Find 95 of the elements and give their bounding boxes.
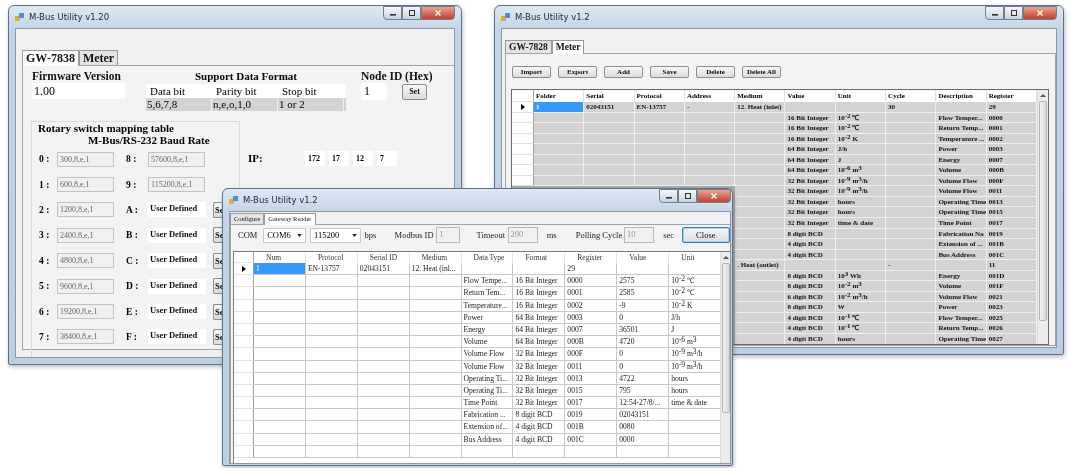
port-dropdown[interactable]: COM6 bbox=[263, 227, 306, 243]
minimize-button[interactable] bbox=[659, 189, 678, 203]
caret-icon bbox=[297, 233, 302, 237]
maximize-button[interactable] bbox=[1004, 6, 1023, 20]
app-icon bbox=[501, 12, 511, 22]
group-subtitle: M-Bus/RS-232 Baud Rate bbox=[88, 134, 210, 146]
maximize-icon bbox=[684, 193, 691, 199]
column-header: Parity bit bbox=[215, 84, 258, 98]
close-button[interactable]: Close bbox=[681, 227, 730, 243]
maximize-button[interactable] bbox=[678, 189, 697, 203]
baud-dropdown[interactable]: 115200 bbox=[310, 227, 361, 243]
current-row-icon bbox=[241, 265, 246, 272]
ip-field[interactable]: 172 bbox=[305, 150, 325, 166]
baud-field: 9600,8,e,1 bbox=[57, 278, 114, 294]
polling-label: Polling Cycle bbox=[575, 230, 624, 240]
minimize-button[interactable] bbox=[985, 6, 1004, 20]
switch-label: 5 : bbox=[39, 281, 51, 292]
maximize-icon bbox=[1010, 10, 1017, 16]
set-button[interactable]: Set bbox=[402, 83, 427, 100]
switch-label: B : bbox=[126, 230, 139, 241]
switch-label: 1 : bbox=[39, 179, 51, 190]
maximize-button[interactable] bbox=[402, 6, 421, 20]
window-title: M-Bus Utility v1.2 bbox=[243, 195, 318, 205]
ms-label: ms bbox=[546, 230, 558, 240]
table-cell: 5,6,7,8 bbox=[146, 98, 212, 111]
minimize-icon bbox=[665, 197, 672, 199]
tab[interactable]: GW-7838 bbox=[22, 50, 79, 66]
minimize-button[interactable] bbox=[383, 6, 402, 20]
tab[interactable]: Meter bbox=[551, 40, 585, 54]
ip-field[interactable]: 7 bbox=[377, 150, 397, 166]
baud-field: 600,8,e,1 bbox=[57, 177, 114, 193]
node-id-field[interactable]: 1 bbox=[361, 83, 387, 100]
baud-field[interactable]: User Defined bbox=[148, 202, 206, 218]
ip-field[interactable]: 12 bbox=[353, 150, 373, 166]
ip-field[interactable]: 17 bbox=[329, 150, 349, 166]
switch-label: 7 : bbox=[39, 331, 51, 342]
baud-field: 38400,8,e,1 bbox=[57, 329, 114, 345]
app-icon bbox=[15, 12, 25, 22]
format-title: Support Data Format bbox=[194, 70, 298, 82]
switch-label: A : bbox=[126, 204, 139, 215]
scroll-up-icon bbox=[723, 256, 729, 259]
scrollbar[interactable] bbox=[720, 252, 730, 463]
column-header: Stop bit bbox=[281, 84, 318, 98]
firmware-label: Firmware Version bbox=[32, 70, 122, 82]
close-icon bbox=[1037, 10, 1043, 16]
ip-label: IP: bbox=[248, 152, 264, 164]
window-title: M-Bus Utility v1.2 bbox=[515, 12, 590, 22]
baud-field[interactable]: User Defined bbox=[148, 278, 206, 294]
switch-label: E : bbox=[126, 306, 139, 317]
window-title: M-Bus Utility v1.20 bbox=[29, 12, 110, 22]
baud-field: 115200,8,e,1 bbox=[148, 177, 205, 193]
com-label: COM bbox=[238, 230, 259, 240]
switch-label: 2 : bbox=[39, 204, 51, 215]
tab[interactable]: GW-7828 bbox=[505, 40, 552, 53]
group-title: Rotary switch mapping table bbox=[38, 122, 174, 134]
baud-field: 2400,8,e,1 bbox=[57, 227, 114, 243]
bps-label: bps bbox=[364, 230, 378, 240]
switch-label: F : bbox=[126, 331, 138, 342]
column-header: Data bit bbox=[149, 84, 187, 98]
baud-field: 4800,8,e,1 bbox=[57, 253, 114, 269]
minimize-icon bbox=[991, 14, 998, 16]
tab[interactable]: Meter bbox=[78, 50, 119, 65]
baud-field: 19200,8,e,1 bbox=[57, 304, 114, 320]
node-id-label: Node ID (Hex) bbox=[361, 70, 433, 82]
minimize-icon bbox=[389, 14, 396, 16]
baud-field[interactable]: User Defined bbox=[148, 304, 206, 320]
close-icon bbox=[711, 193, 717, 199]
baud-field: 57600,8,e,1 bbox=[148, 151, 205, 167]
table-cell: 1 or 2 bbox=[278, 98, 344, 111]
scrollbar[interactable] bbox=[1037, 90, 1048, 344]
app-icon bbox=[229, 195, 239, 205]
switch-label: C : bbox=[126, 255, 140, 266]
switch-label: 0 : bbox=[39, 154, 51, 165]
switch-label: 6 : bbox=[39, 306, 51, 317]
table-cell: n,e,o,1,0 bbox=[212, 98, 278, 111]
switch-label: 8 : bbox=[126, 154, 138, 165]
modbus-id-label: Modbus ID bbox=[394, 230, 435, 240]
baud-field[interactable]: User Defined bbox=[148, 329, 206, 345]
firmware-field[interactable]: 1.00 bbox=[32, 83, 125, 99]
current-row-icon bbox=[520, 103, 525, 110]
close-icon bbox=[435, 10, 441, 16]
caret-icon bbox=[351, 233, 357, 237]
baud-field[interactable]: User Defined bbox=[148, 253, 206, 269]
baud-field: 1200,8,e,1 bbox=[57, 202, 114, 218]
switch-label: 9 : bbox=[126, 179, 138, 190]
maximize-icon bbox=[408, 10, 415, 16]
baud-field[interactable]: User Defined bbox=[148, 227, 206, 243]
switch-label: 3 : bbox=[39, 230, 51, 241]
sec-label: sec bbox=[663, 230, 676, 240]
timeout-label: Timeout bbox=[476, 230, 507, 240]
baud-field: 300,8,e,1 bbox=[57, 151, 114, 167]
switch-label: D : bbox=[126, 281, 140, 292]
scroll-up-icon bbox=[1040, 94, 1046, 97]
row-header[interactable] bbox=[512, 102, 534, 113]
switch-label: 4 : bbox=[39, 255, 51, 266]
